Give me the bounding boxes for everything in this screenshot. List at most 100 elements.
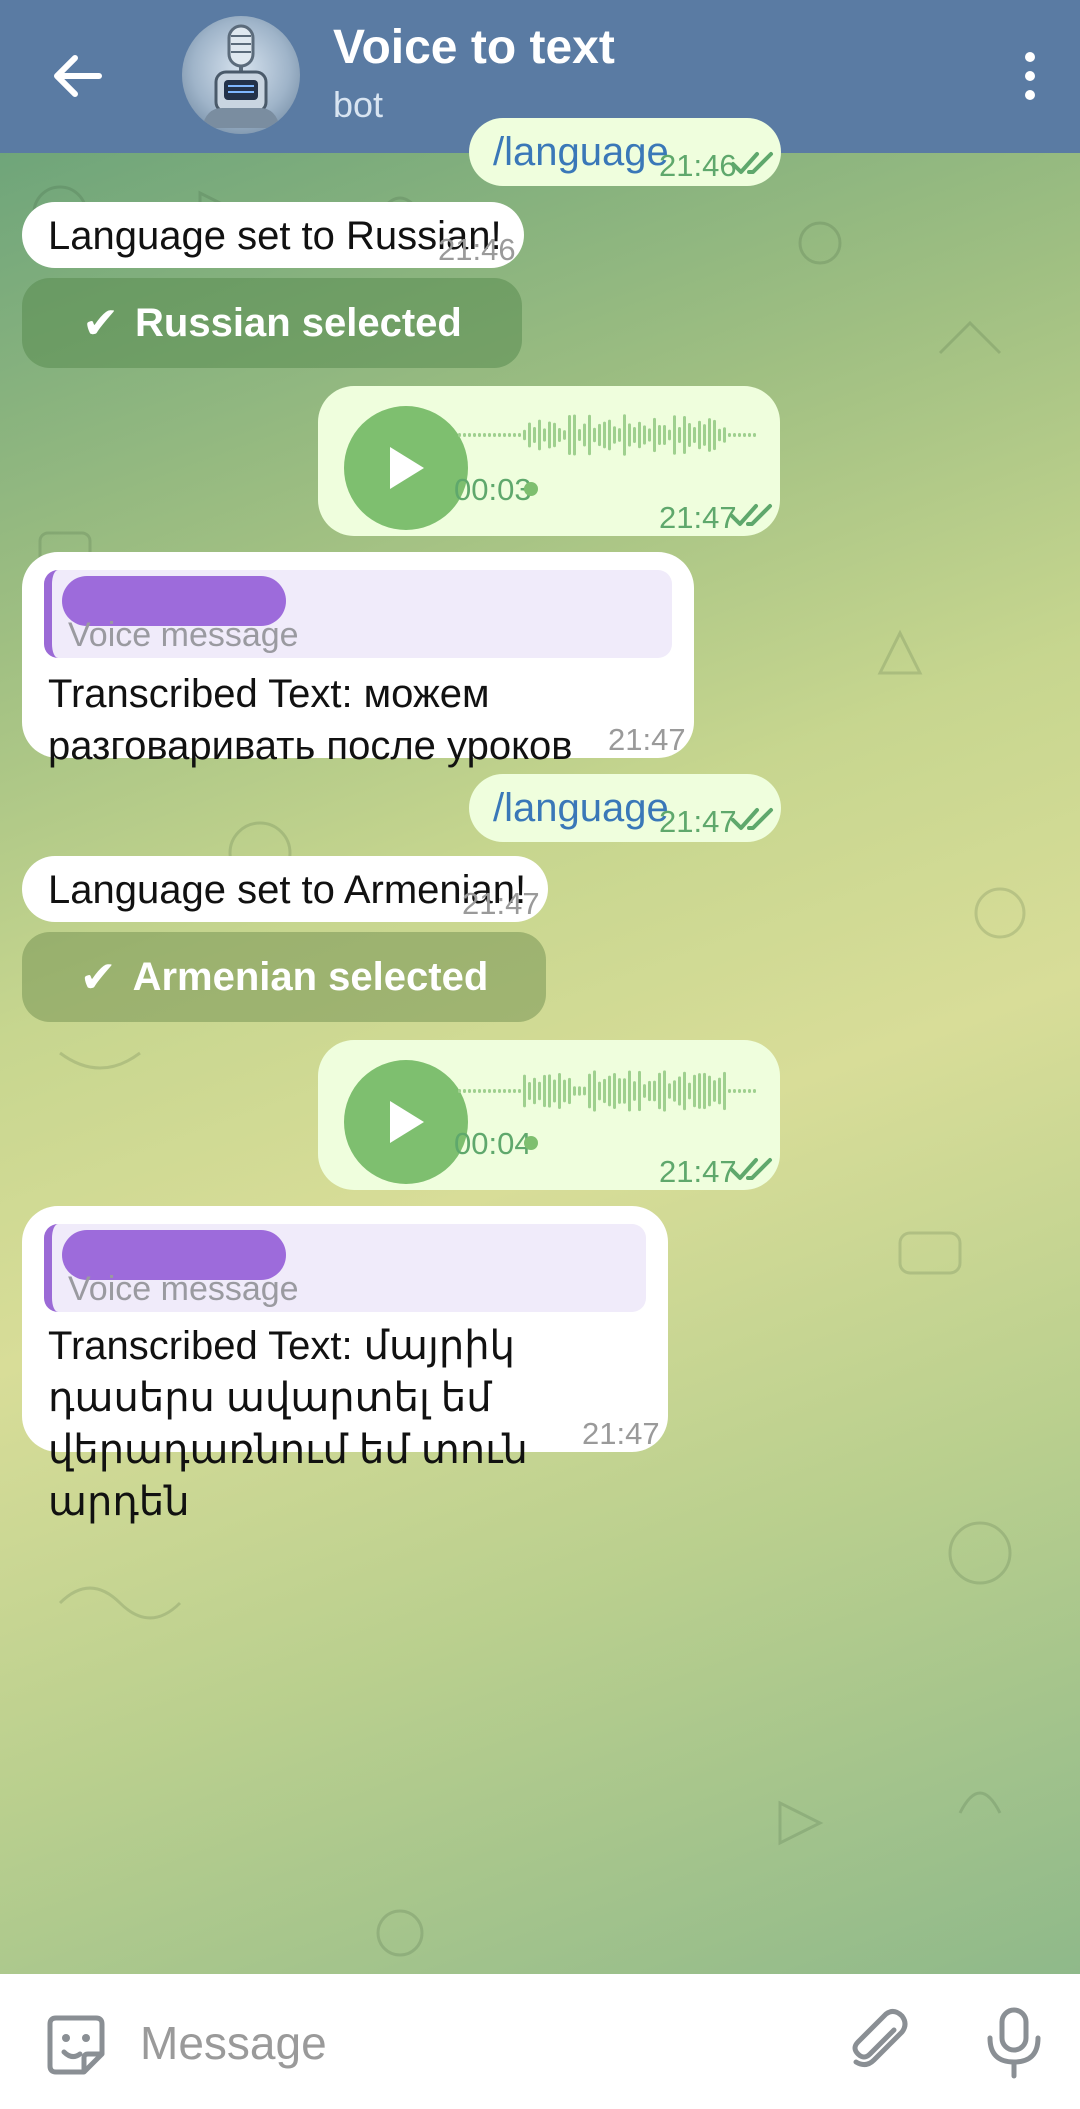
waveform-bar bbox=[728, 433, 731, 437]
chat-title[interactable]: Voice to text bbox=[333, 20, 615, 75]
waveform-bar bbox=[548, 421, 551, 449]
waveform-bar bbox=[458, 433, 461, 437]
message-input-bar bbox=[0, 1974, 1080, 2109]
sticker-emoji-icon[interactable] bbox=[40, 2010, 112, 2082]
double-check-icon bbox=[730, 1158, 772, 1180]
waveform-bar bbox=[593, 1070, 596, 1112]
inline-keyboard-button[interactable]: ✔ Armenian selected bbox=[22, 932, 546, 1022]
outgoing-message[interactable]: /language 21:46 bbox=[469, 118, 781, 186]
waveform-bar bbox=[723, 427, 726, 443]
waveform-bar bbox=[663, 1070, 666, 1112]
arrow-left-icon bbox=[54, 55, 102, 97]
message-time: 21:47 bbox=[462, 886, 540, 921]
robot-microphone-icon bbox=[202, 24, 280, 128]
message-text: Transcribed Text: можем разговаривать по… bbox=[48, 672, 573, 768]
waveform-bar bbox=[483, 1089, 486, 1093]
waveform-bar bbox=[488, 1089, 491, 1093]
waveform-bar bbox=[743, 433, 746, 437]
waveform-bar bbox=[563, 1079, 566, 1103]
waveform-bar bbox=[753, 433, 756, 437]
waveform-bar bbox=[623, 1078, 626, 1104]
waveform-bar bbox=[653, 417, 656, 453]
waveform-bar bbox=[668, 1083, 671, 1099]
message-text: Language set to Russian! bbox=[48, 214, 502, 258]
waveform-bar bbox=[488, 433, 491, 437]
waveform-bar bbox=[668, 429, 671, 441]
waveform-bar bbox=[473, 433, 476, 437]
outgoing-voice-message[interactable]: 00:04 21:47 bbox=[318, 1040, 780, 1190]
waveform-bar bbox=[663, 425, 666, 445]
waveform-bar bbox=[678, 1076, 681, 1106]
play-button[interactable] bbox=[344, 1060, 468, 1184]
waveform-bar bbox=[553, 1079, 556, 1103]
waveform-bar bbox=[673, 415, 676, 455]
waveform-bar bbox=[698, 420, 701, 450]
paperclip-icon[interactable] bbox=[842, 2004, 918, 2080]
incoming-message[interactable]: Language set to Armenian! 21:47 bbox=[22, 856, 548, 922]
waveform-bar bbox=[573, 414, 576, 456]
play-button[interactable] bbox=[344, 406, 468, 530]
waveform-bar bbox=[618, 428, 621, 442]
waveform-bar bbox=[688, 422, 691, 448]
message-time: 21:47 bbox=[659, 804, 737, 839]
waveform-bar bbox=[518, 433, 521, 437]
waveform-bar bbox=[738, 1089, 741, 1093]
waveform-bar bbox=[598, 1081, 601, 1101]
waveform-bar bbox=[748, 1089, 751, 1093]
waveform-bar bbox=[708, 418, 711, 452]
waveform-bar bbox=[543, 1074, 546, 1108]
waveform-bar bbox=[628, 1070, 631, 1112]
waveform-bar bbox=[458, 1089, 461, 1093]
waveform-bar bbox=[508, 433, 511, 437]
waveform-bar bbox=[578, 1086, 581, 1096]
waveform-bar bbox=[643, 1084, 646, 1098]
waveform-bar bbox=[748, 433, 751, 437]
incoming-message[interactable]: Voice message Transcribed Text: можем ра… bbox=[22, 552, 694, 768]
more-vert-icon bbox=[1025, 52, 1035, 62]
checkmark-icon: ✔ bbox=[82, 298, 120, 348]
waveform-bar bbox=[483, 433, 486, 437]
more-menu-button[interactable] bbox=[1000, 38, 1060, 114]
outgoing-message[interactable]: /language 21:47 bbox=[469, 774, 781, 842]
waveform-bar bbox=[658, 1072, 661, 1110]
microphone-icon[interactable] bbox=[976, 2004, 1052, 2080]
waveform-bar bbox=[613, 426, 616, 444]
incoming-message[interactable]: Voice message Transcribed Text: մայրիկ դ… bbox=[22, 1206, 668, 1524]
reply-preview[interactable]: Voice message bbox=[44, 1224, 646, 1312]
waveform-bar bbox=[478, 1089, 481, 1093]
waveform-bar bbox=[568, 1077, 571, 1105]
waveform-bar bbox=[618, 1078, 621, 1104]
waveform-bar bbox=[553, 422, 556, 448]
message-time: 21:46 bbox=[438, 232, 516, 267]
waveform-bar bbox=[523, 1074, 526, 1108]
avatar[interactable] bbox=[182, 16, 300, 134]
waveform-bar bbox=[533, 427, 536, 443]
waveform-bar bbox=[708, 1075, 711, 1107]
back-button[interactable] bbox=[40, 38, 116, 114]
inline-keyboard-button[interactable]: ✔ Russian selected bbox=[22, 278, 522, 368]
waveform-bar bbox=[493, 1089, 496, 1093]
waveform-bar bbox=[648, 428, 651, 442]
waveform bbox=[458, 414, 756, 456]
waveform-bar bbox=[528, 1081, 531, 1101]
reply-label: Voice message bbox=[68, 616, 299, 654]
waveform-bar bbox=[643, 425, 646, 445]
message-input[interactable] bbox=[140, 2008, 800, 2078]
waveform-bar bbox=[673, 1080, 676, 1102]
command-link[interactable]: /language bbox=[493, 786, 669, 831]
waveform-bar bbox=[718, 428, 721, 442]
outgoing-voice-message[interactable]: 00:03 21:47 bbox=[318, 386, 780, 536]
waveform-bar bbox=[548, 1074, 551, 1108]
waveform-bar bbox=[728, 1089, 731, 1093]
button-label: Armenian selected bbox=[132, 954, 489, 999]
command-link[interactable]: /language bbox=[493, 130, 669, 175]
waveform-bar bbox=[523, 429, 526, 441]
waveform-bar bbox=[698, 1073, 701, 1109]
waveform-bar bbox=[513, 433, 516, 437]
reply-preview[interactable]: Voice message bbox=[44, 570, 672, 658]
waveform-bar bbox=[513, 1089, 516, 1093]
waveform-bar bbox=[543, 428, 546, 442]
message-time: 21:47 bbox=[608, 722, 686, 757]
voice-duration: 00:04 bbox=[454, 1126, 532, 1161]
incoming-message[interactable]: Language set to Russian! 21:46 bbox=[22, 202, 524, 268]
